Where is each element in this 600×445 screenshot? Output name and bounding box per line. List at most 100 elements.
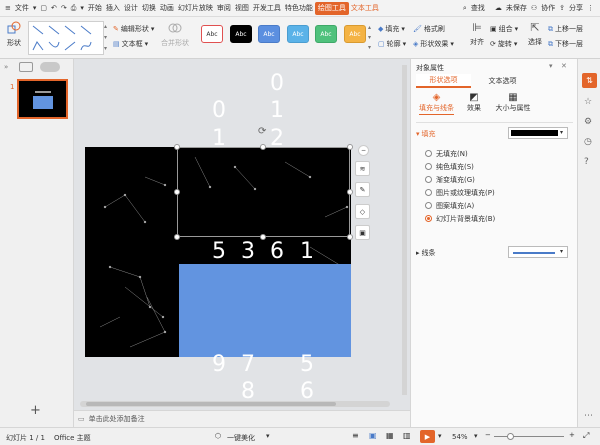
fill-button[interactable]: ◆ 填充 ▾ — [378, 24, 405, 34]
resize-handle-ne[interactable] — [347, 144, 353, 150]
zoom-in-icon[interactable]: + — [569, 431, 575, 439]
unsaved-status[interactable]: 未保存 — [504, 0, 529, 17]
fit-window-icon[interactable]: ⤢ — [583, 431, 589, 441]
tab-review[interactable]: 审阅 — [215, 0, 233, 17]
tab-view[interactable]: 视图 — [233, 0, 251, 17]
radio-button[interactable] — [425, 215, 432, 222]
play-icon[interactable]: ▶ — [420, 430, 435, 443]
selection-box[interactable] — [177, 147, 350, 237]
design-icon[interactable]: ⚙ — [584, 117, 592, 127]
help-icon[interactable]: ? — [584, 157, 589, 167]
sorter-view-icon[interactable]: ▦ — [386, 431, 394, 440]
shape-effect-button[interactable]: ◈ 形状效果 ▾ — [413, 39, 454, 49]
collapse-float-toolbar-icon[interactable]: − — [358, 145, 369, 156]
chevron-down-icon[interactable]: ▾ — [266, 432, 270, 440]
search-icon[interactable]: ⌕ — [461, 0, 469, 17]
text-box-button[interactable]: ▤ 文本框 ▾ — [113, 39, 148, 49]
frame-icon[interactable]: ▣ — [355, 225, 370, 240]
line-section-header[interactable]: ▸ 线条 — [416, 248, 436, 258]
subtab-effect[interactable]: ◩ 效果 — [464, 92, 484, 113]
gallery-scroll[interactable]: ▴ ▾ ▾ — [104, 21, 110, 55]
tab-developer[interactable]: 开发工具 — [251, 0, 283, 17]
reading-view-icon[interactable]: ▥ — [403, 431, 411, 440]
slide-thumbnail[interactable] — [17, 79, 68, 119]
normal-view-icon[interactable]: ▣ — [369, 431, 377, 440]
notes-bar[interactable]: ▭ 单击此处添加备注 — [74, 410, 410, 427]
more-options-icon[interactable]: ⋮ — [585, 0, 596, 17]
fill-section-header[interactable]: ▾ 填充 — [416, 129, 436, 139]
notes-view-icon[interactable]: ≡ — [352, 431, 359, 440]
animation-icon[interactable]: ☆ — [584, 97, 592, 107]
pen-icon[interactable]: ✎ — [355, 182, 370, 197]
fill-option-gradient[interactable]: 渐变填充(G) — [425, 173, 495, 186]
tab-design[interactable]: 设计 — [122, 0, 140, 17]
resize-handle-nw[interactable] — [174, 144, 180, 150]
history-icon[interactable]: ◷ — [584, 137, 592, 147]
app-menu-icon[interactable]: ≡ — [3, 0, 13, 17]
align-button[interactable]: ⊫ 对齐 — [467, 21, 487, 55]
resize-handle-sw[interactable] — [174, 234, 180, 240]
redo-icon[interactable]: ↷ — [59, 0, 69, 17]
close-icon[interactable]: ✕ — [561, 62, 567, 70]
merge-shapes-button[interactable]: 合并形状 — [158, 21, 192, 55]
outline-view-icon[interactable] — [19, 62, 33, 72]
vertical-scrollbar[interactable] — [402, 65, 407, 395]
tab-animation[interactable]: 动画 — [158, 0, 176, 17]
shape-gallery[interactable] — [28, 21, 104, 55]
chevron-down-icon[interactable]: ▾ — [438, 432, 442, 440]
collaborate-button[interactable]: 协作 — [539, 0, 557, 17]
zoom-slider[interactable] — [494, 433, 564, 440]
subtab-fill-line[interactable]: ◈ 填充与线条 — [419, 92, 454, 115]
slide-view-icon[interactable] — [40, 62, 60, 72]
fill-color-picker[interactable]: ▾ — [508, 127, 568, 139]
line-style-picker[interactable]: ▾ — [508, 246, 568, 258]
preset-scroll[interactable]: ▴ ▾ ▾ — [368, 23, 371, 53]
resize-handle-w[interactable] — [174, 189, 180, 195]
panel-dropdown-icon[interactable]: ▾ — [549, 62, 553, 70]
tab-text-tools[interactable]: 文本工具 — [349, 0, 381, 17]
tab-drawing-tools[interactable]: 绘图工具 — [314, 1, 349, 15]
resize-handle-n[interactable] — [260, 144, 266, 150]
outline-button[interactable]: ▢ 轮廓 ▾ — [378, 39, 406, 49]
tab-text-options[interactable]: 文本选项 — [475, 74, 530, 88]
resize-handle-e[interactable] — [347, 189, 353, 195]
zoom-slider-thumb[interactable] — [507, 433, 514, 440]
undo-icon[interactable]: ↶ — [49, 0, 59, 17]
subtab-size-properties[interactable]: ▦ 大小与属性 — [493, 92, 533, 113]
blue-rectangle[interactable] — [179, 264, 351, 357]
radio-button[interactable] — [425, 202, 432, 209]
edit-shape-button[interactable]: ✎ 编辑形状 ▾ — [113, 24, 154, 34]
tab-slideshow[interactable]: 幻灯片放映 — [176, 0, 215, 17]
style-preset-3[interactable]: Abc — [258, 25, 280, 43]
horizontal-scrollbar[interactable] — [80, 401, 390, 407]
layers-icon[interactable]: ≋ — [355, 161, 370, 176]
beautify-button[interactable]: 一键美化 — [227, 433, 255, 443]
search-button[interactable]: 查找 — [469, 0, 487, 17]
chevron-down-icon[interactable]: ▾ — [474, 432, 478, 440]
radio-button[interactable] — [425, 176, 432, 183]
fill-option-none[interactable]: 无填充(N) — [425, 147, 495, 160]
style-preset-6[interactable]: Abc — [344, 25, 366, 43]
radio-button[interactable] — [425, 150, 432, 157]
tab-transition[interactable]: 切换 — [140, 0, 158, 17]
tab-shape-options[interactable]: 形状选项 — [416, 74, 471, 88]
properties-icon[interactable]: ⇅ — [582, 73, 597, 88]
radio-button[interactable] — [425, 189, 432, 196]
more-icon[interactable]: ⋯ — [584, 411, 593, 421]
menu-more-icon[interactable]: ▾ — [78, 0, 86, 17]
fill-option-picture[interactable]: 图片或纹理填充(P) — [425, 186, 495, 199]
fill-bucket-icon[interactable]: ◇ — [355, 204, 370, 219]
send-backward-button[interactable]: ⧉ 下移一层 — [548, 39, 583, 49]
radio-button[interactable] — [425, 163, 432, 170]
fill-option-solid[interactable]: 纯色填充(S) — [425, 160, 495, 173]
rotate-handle-icon[interactable]: ⟳ — [258, 126, 266, 137]
tab-features[interactable]: 特色功能 — [283, 0, 315, 17]
rotate-button[interactable]: ⟳ 旋转 ▾ — [490, 39, 517, 49]
save-icon[interactable]: ▢ — [38, 0, 49, 17]
menu-file[interactable]: 文件 — [13, 0, 31, 17]
resize-handle-s[interactable] — [260, 234, 266, 240]
print-icon[interactable]: ⎙ — [69, 0, 79, 17]
group-button[interactable]: ▣ 组合 ▾ — [490, 24, 518, 34]
style-preset-5[interactable]: Abc — [315, 25, 337, 43]
style-preset-4[interactable]: Abc — [287, 25, 309, 43]
